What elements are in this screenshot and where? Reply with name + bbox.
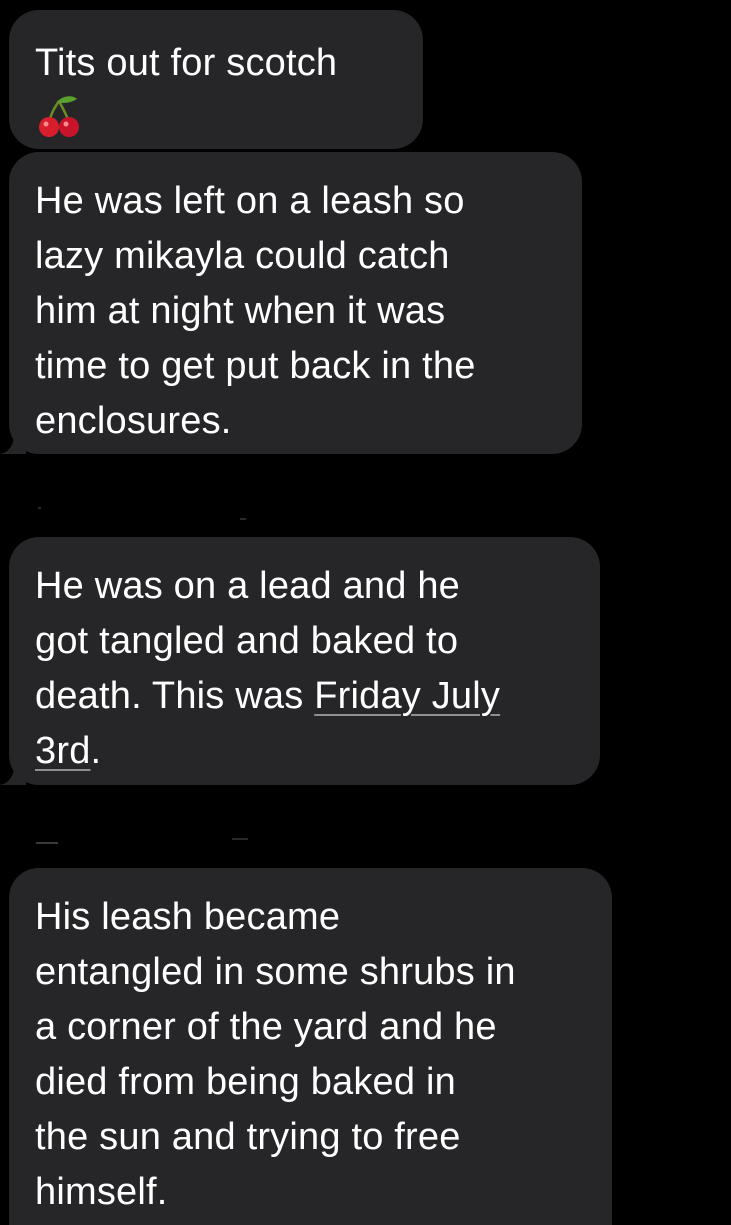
message-text: time to get put back in the — [35, 345, 476, 387]
date-link[interactable]: Friday July — [314, 675, 500, 717]
message-text: . — [90, 730, 102, 772]
message-text: death. This was Friday July — [35, 669, 574, 724]
divider — [240, 518, 246, 520]
divider — [232, 838, 248, 840]
message-text: died from being baked in — [35, 1061, 456, 1103]
message-bubble-3[interactable]: He was on a lead and he got tangled and … — [9, 537, 600, 785]
message-text: He was left on a leash so — [35, 180, 465, 222]
message-text: death. This was — [35, 675, 315, 717]
message-text: a corner of the yard and he — [35, 1006, 497, 1048]
cherries-emoji-icon — [39, 96, 79, 137]
divider — [36, 842, 58, 844]
message-text: 3rd. — [35, 724, 574, 779]
message-text: He was on a lead and he — [35, 565, 461, 607]
message-text: him at night when it was — [35, 290, 446, 332]
message-text: the sun and trying to free — [35, 1116, 461, 1158]
message-text: lazy mikayla could catch — [35, 235, 450, 277]
bubble-tail — [0, 765, 26, 785]
bubble-tail — [0, 434, 26, 454]
message-text: enclosures. — [35, 400, 232, 442]
message-text: entangled in some shrubs in — [35, 951, 516, 993]
divider — [38, 507, 41, 509]
message-bubble-1[interactable]: Tits out for scotch — [9, 10, 423, 149]
message-text: His leash became — [35, 896, 341, 938]
message-text: got tangled and baked to — [35, 620, 459, 662]
date-link[interactable]: 3rd — [35, 730, 91, 772]
message-text: himself. — [35, 1171, 168, 1213]
message-bubble-2[interactable]: He was left on a leash so lazy mikayla c… — [9, 152, 582, 454]
message-text: Tits out for scotch — [35, 42, 338, 84]
message-bubble-4[interactable]: His leash became entangled in some shrub… — [9, 868, 612, 1225]
